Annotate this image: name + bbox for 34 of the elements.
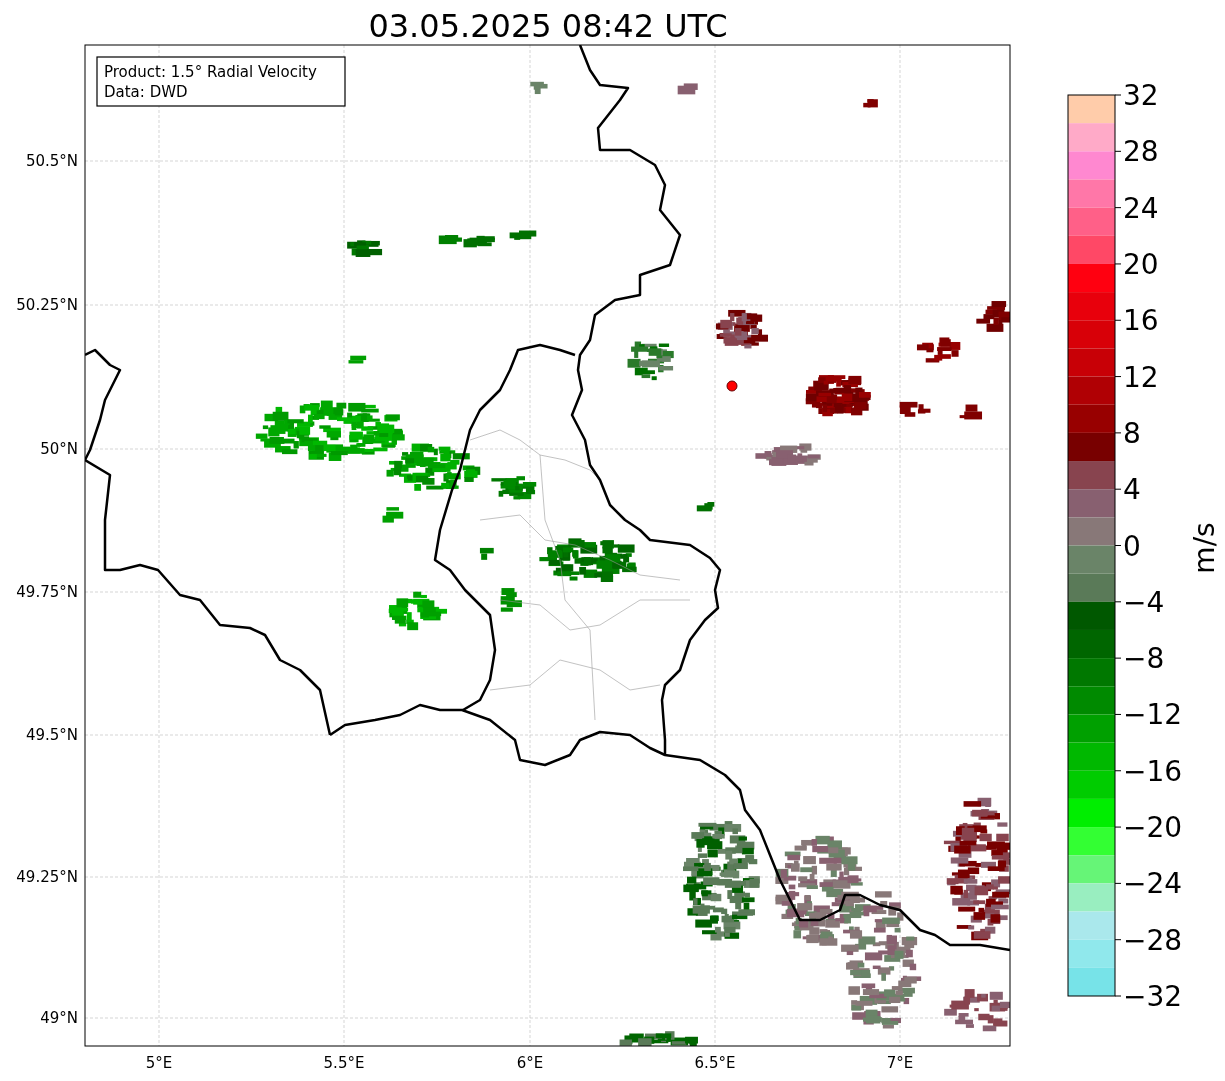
latitude-label: 49.25°N <box>16 868 78 886</box>
chart-title: 03.05.2025 08:42 UTC <box>368 7 728 45</box>
latitude-label: 50.5°N <box>25 152 78 170</box>
colorbar-tick-label: 16 <box>1123 304 1159 338</box>
colorbar-tick-label: 28 <box>1123 135 1159 169</box>
colorbar-tick-label: −16 <box>1123 754 1183 788</box>
latitude-label: 50.25°N <box>16 296 78 314</box>
latitude-label: 49.75°N <box>16 583 78 601</box>
colorbar-tick-label: −4 <box>1123 585 1165 619</box>
longitude-label: 6°E <box>516 1054 544 1072</box>
longitude-label: 5.5°E <box>323 1054 365 1072</box>
colorbar-tick-label: −32 <box>1123 980 1183 1013</box>
colorbar-tick-label: −24 <box>1123 867 1183 901</box>
colorbar-tick-label: −8 <box>1123 642 1165 676</box>
colorbar-tick-label: −12 <box>1123 698 1183 732</box>
colorbar-tick-label: 32 <box>1123 79 1159 112</box>
colorbar-tick-label: 24 <box>1123 191 1159 225</box>
colorbar-tick-label: 0 <box>1123 529 1141 563</box>
longitude-label: 7°E <box>886 1054 914 1072</box>
colorbar-tick-label: 8 <box>1123 416 1141 450</box>
latitude-label: 49.5°N <box>25 726 78 744</box>
colorbar-tick-label: 20 <box>1123 247 1159 281</box>
colorbar-tick-label: −20 <box>1123 811 1183 845</box>
colorbar-unit-label: m/s <box>1188 522 1221 574</box>
latitude-label: 50°N <box>40 440 78 458</box>
colorbar-tick-label: 12 <box>1123 360 1159 394</box>
latitude-label: 49°N <box>40 1009 78 1027</box>
colorbar-tick-label: 4 <box>1123 473 1141 507</box>
info-text: Product: 1.5° Radial Velocity <box>104 63 317 81</box>
colorbar-tick-label: −28 <box>1123 923 1183 957</box>
longitude-label: 5°E <box>145 1054 173 1072</box>
longitude-label: 6.5°E <box>694 1054 736 1072</box>
radar-site-icon <box>726 380 738 392</box>
info-text: Data: DWD <box>104 83 188 101</box>
